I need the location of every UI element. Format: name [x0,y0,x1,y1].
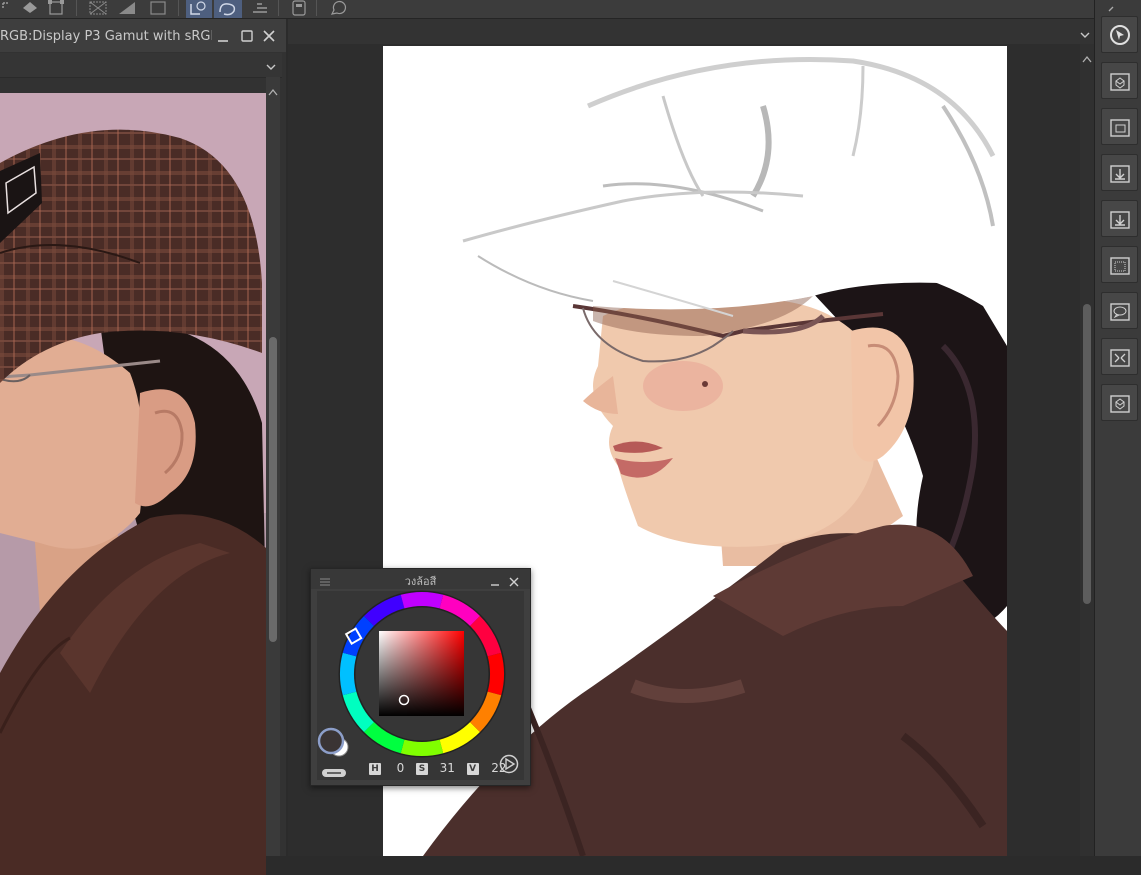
3d-object-button[interactable] [1101,384,1138,421]
import-alt-icon [1110,211,1130,229]
3d-material-button[interactable] [1101,62,1138,99]
saturation-label: S [415,763,428,775]
reference-scrollbar[interactable] [266,77,280,856]
transform-icon[interactable] [46,0,66,16]
scroll-up-icon[interactable] [268,81,278,100]
reference-titlebar[interactable]: RGB:Display P3 Gamut with sRGB [0,19,286,52]
maximize-button[interactable] [240,28,254,47]
import-button[interactable] [1101,154,1138,191]
help-icon[interactable] [328,0,348,16]
tab-menu-icon[interactable] [1079,26,1091,45]
align-icon[interactable] [250,0,270,16]
canvas-scroll-thumb[interactable] [1083,304,1091,604]
device-icon[interactable] [289,0,309,16]
tone-icon [1110,257,1130,275]
hue-label: H [369,763,381,775]
reference-window: RGB:Display P3 Gamut with sRGB [0,19,286,875]
hue-value: 0 [396,761,405,775]
toolbar-divider [316,0,317,16]
scroll-up-icon[interactable] [1082,48,1092,67]
reference-window-title: RGB:Display P3 Gamut with sRGB [0,29,212,44]
minimize-button[interactable] [216,28,230,47]
3d-object-icon [1110,395,1130,413]
canvas-tabbar [288,19,1094,44]
tone-button[interactable] [1101,246,1138,283]
ruler-icon[interactable] [117,0,137,16]
resize-icon [1110,349,1130,367]
image-material-button[interactable] [1101,108,1138,145]
toolbar-divider [278,0,279,16]
fill-icon[interactable] [20,0,40,16]
image-icon [1110,119,1130,137]
resize-button[interactable] [1101,338,1138,375]
navigator-icon [1110,25,1130,45]
toolbar-divider [178,0,179,16]
chevron-down-icon[interactable] [265,58,277,77]
reference-photo [0,93,266,875]
navigator-button[interactable] [1101,16,1138,53]
import-icon [1110,165,1130,183]
import-alt-button[interactable] [1101,200,1138,237]
balloon-icon [1110,303,1130,321]
close-button[interactable] [262,28,276,47]
saturation-value: 31 [439,761,455,775]
color-wheel-panel: วงล้อสี H 0 S 31 V 22 [310,568,531,786]
right-panel [1094,0,1141,856]
toolbar-divider [76,0,77,16]
value-label: V [466,763,479,775]
layer-icon[interactable] [148,0,168,16]
balloon-button[interactable] [1101,292,1138,329]
reference-scroll-thumb[interactable] [269,337,277,642]
grid-icon[interactable] [88,0,108,16]
reference-toolbar [0,53,282,78]
canvas-scrollbar[interactable] [1080,44,1094,856]
swap-colors-icon[interactable] [321,764,347,783]
lasso-icon[interactable] [186,0,212,18]
hsv-readout: H 0 S 31 V 22 [369,761,506,775]
main-color-swatch[interactable] [317,727,353,765]
3d-cube-icon [1110,73,1130,91]
selection-icon[interactable] [0,0,20,16]
lasso-polygon-icon[interactable] [214,0,242,18]
top-toolbar [0,0,1094,19]
play-icon[interactable] [499,754,519,778]
